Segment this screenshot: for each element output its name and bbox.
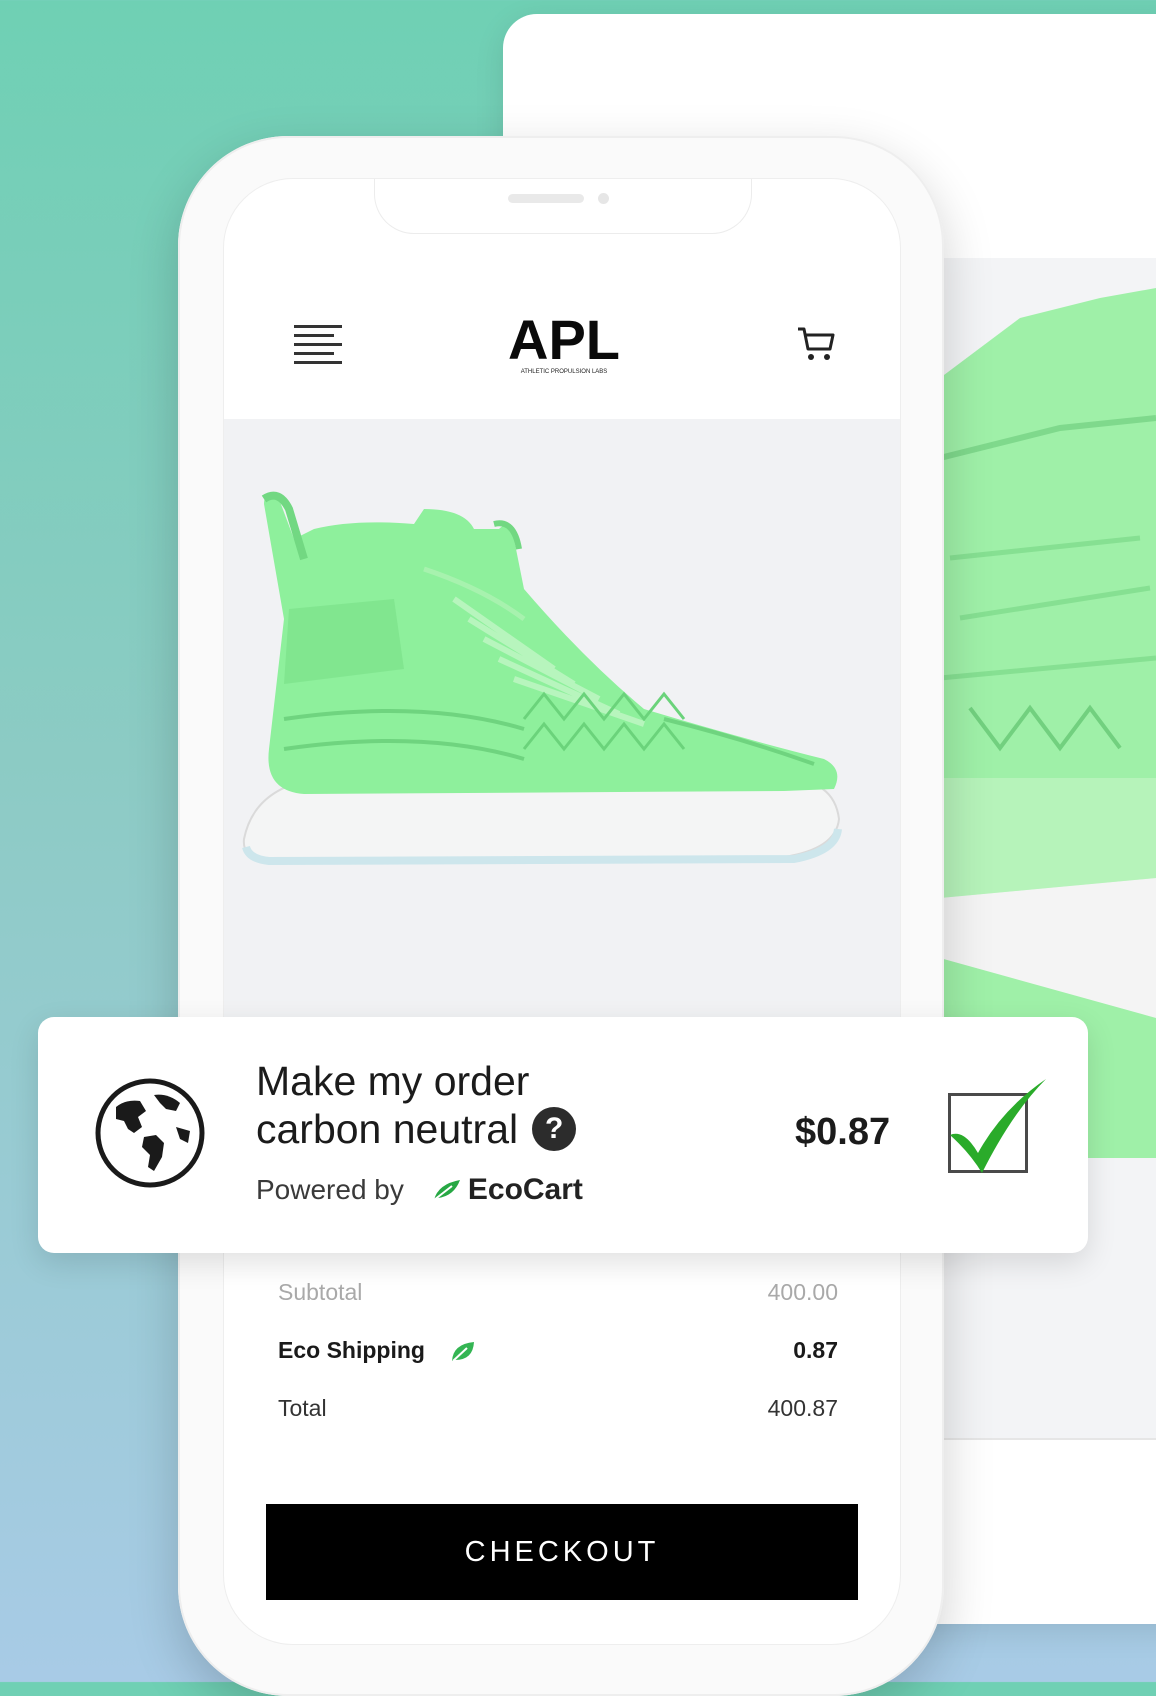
phone-notch: [374, 179, 752, 234]
powered-by: Powered by EcoCart: [256, 1173, 583, 1207]
shoe-image: [242, 491, 842, 866]
ecocart-logo[interactable]: EcoCart: [432, 1173, 583, 1207]
background-product-image: [940, 258, 1156, 1438]
globe-icon: [95, 1078, 205, 1188]
svg-text:ATHLETIC PROPULSION LABS: ATHLETIC PROPULSION LABS: [521, 369, 608, 375]
brand-logo[interactable]: APL ATHLETIC PROPULSION LABS: [494, 308, 634, 375]
powered-by-label: Powered by: [256, 1174, 404, 1205]
total-value: 400.87: [767, 1395, 838, 1421]
total-row: Total 400.87: [278, 1395, 838, 1435]
subtotal-row: Subtotal 400.00: [278, 1279, 838, 1319]
product-image: [224, 419, 900, 1019]
apl-logo: APL ATHLETIC PROPULSION LABS: [508, 308, 620, 375]
menu-icon[interactable]: [292, 321, 344, 365]
checkout-button[interactable]: CHECKOUT: [266, 1504, 858, 1600]
background-shoe-image: [940, 288, 1156, 1158]
subtotal-label: Subtotal: [278, 1279, 363, 1305]
title-line-1: Make my order: [256, 1058, 530, 1104]
app-header: APL ATHLETIC PROPULSION LABS: [224, 299, 900, 389]
phone-screen: APL ATHLETIC PROPULSION LABS Subtotal 40…: [223, 178, 901, 1645]
svg-text:APL: APL: [508, 311, 620, 371]
carbon-offer-title: Make my order carbon neutral?: [256, 1057, 726, 1153]
leaf-icon: [452, 1341, 475, 1362]
shipping-row: Eco Shipping 0.87: [278, 1337, 838, 1377]
shipping-label: Eco Shipping: [278, 1337, 425, 1363]
carbon-neutral-checkbox[interactable]: [948, 1093, 1028, 1173]
carbon-neutral-card: Make my order carbon neutral? Powered by…: [38, 1017, 1088, 1253]
subtotal-value: 400.00: [767, 1279, 838, 1305]
shipping-value: 0.87: [793, 1337, 838, 1363]
offset-price: $0.87: [795, 1111, 891, 1153]
front-camera: [598, 193, 609, 204]
title-line-2: carbon neutral: [256, 1106, 519, 1152]
background-divider: [940, 1438, 1156, 1440]
ecocart-leaf-icon: [433, 1180, 460, 1201]
help-icon[interactable]: ?: [532, 1107, 577, 1152]
cart-icon[interactable]: [794, 321, 838, 365]
ecocart-name: EcoCart: [467, 1173, 583, 1206]
total-label: Total: [278, 1395, 327, 1421]
speaker-grille: [508, 194, 584, 203]
